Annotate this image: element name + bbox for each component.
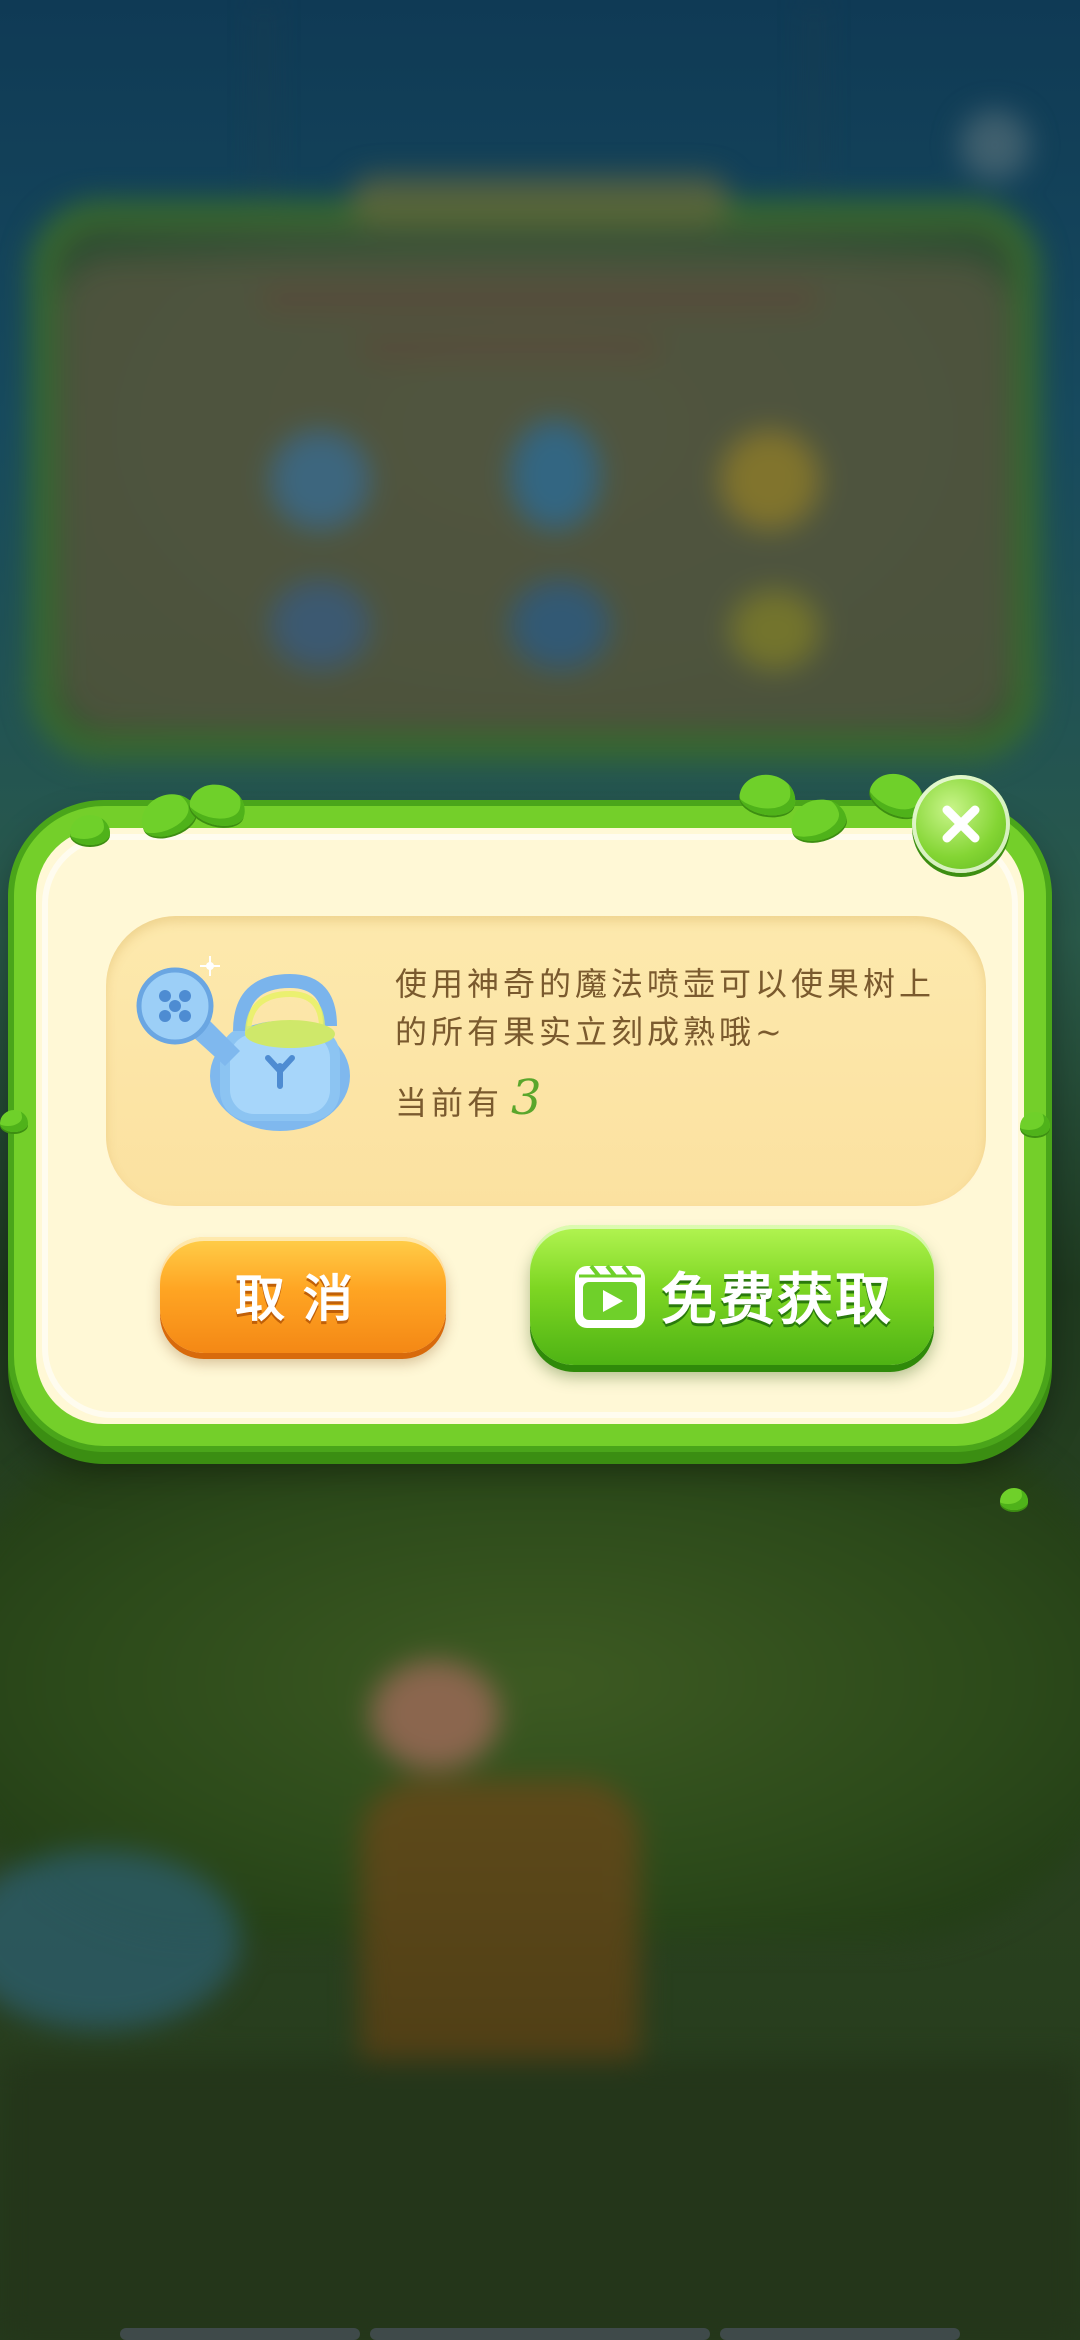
- count-label: 当前有: [395, 1084, 504, 1122]
- bottom-edge-bar: [120, 2328, 360, 2340]
- leaf-decoration: [70, 815, 110, 845]
- cancel-button-label: 取消: [235, 1270, 371, 1328]
- free-get-button[interactable]: 免费获取: [530, 1225, 934, 1365]
- leaf-decoration: [1000, 1488, 1028, 1510]
- cancel-button[interactable]: 取消: [160, 1237, 446, 1353]
- item-count-row: 当前有 3: [395, 1070, 546, 1126]
- game-screen: 使用神奇的魔法喷壶可以使果树上的所有果实立刻成熟哦~ 当前有 3 取消 免费获取: [0, 0, 1080, 2340]
- item-description: 使用神奇的魔法喷壶可以使果树上的所有果实立刻成熟哦~: [395, 965, 936, 1051]
- bottom-edge-bar: [720, 2328, 960, 2340]
- leaf-decoration: [0, 1110, 28, 1132]
- video-play-icon: [575, 1264, 645, 1328]
- close-button[interactable]: [912, 775, 1010, 873]
- count-value: 3: [511, 1070, 546, 1126]
- free-get-button-label: 免费获取: [661, 1267, 893, 1333]
- bottom-edge-bar: [370, 2328, 710, 2340]
- leaf-decoration: [1020, 1112, 1050, 1136]
- close-icon: [942, 805, 980, 843]
- watering-can-icon: [136, 956, 350, 1131]
